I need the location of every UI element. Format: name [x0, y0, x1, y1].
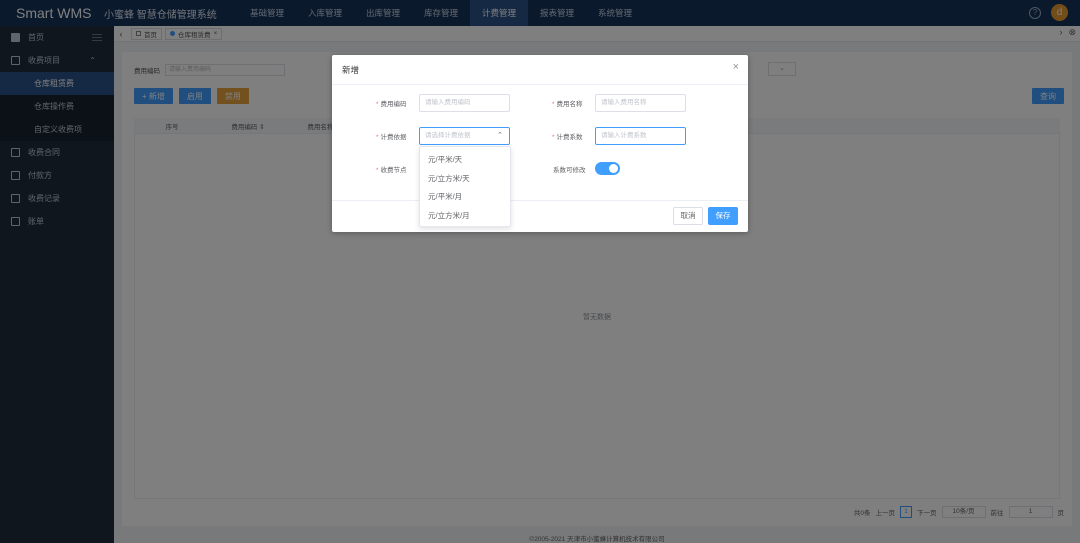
dropdown-option[interactable]: 元/立方米/月 — [420, 207, 510, 226]
dropdown-option[interactable]: 元/平米/天 — [420, 151, 510, 170]
dialog-title: 新增 — [342, 65, 360, 75]
dialog-divider — [332, 84, 748, 85]
dialog-footer-divider — [332, 200, 748, 201]
coef-editable-toggle[interactable] — [595, 162, 620, 175]
coef-editable-label: 系数可修改 — [553, 167, 586, 174]
charge-node-label: * 收费节点 — [376, 167, 407, 174]
billing-coef-input[interactable]: 请输入计费系数 — [595, 127, 686, 145]
save-button[interactable]: 保存 — [708, 207, 738, 225]
billing-coef-label: * 计费系数 — [552, 134, 583, 141]
toggle-knob — [609, 164, 618, 173]
fee-name-label: * 费用名称 — [552, 101, 583, 108]
close-icon[interactable]: × — [733, 61, 739, 73]
fee-code-input[interactable]: 请输入费用编码 — [419, 94, 510, 112]
billing-basis-select[interactable]: 请选择计费依据 ⌃ — [419, 127, 510, 145]
dropdown-option[interactable]: 元/平米/月 — [420, 188, 510, 207]
chevron-up-icon: ⌃ — [497, 132, 503, 139]
fee-name-input[interactable]: 请输入费用名称 — [595, 94, 686, 112]
cancel-button[interactable]: 取消 — [673, 207, 703, 225]
add-dialog: 新增 × * 费用编码 请输入费用编码 * 费用名称 请输入费用名称 * 计费依据 请… — [332, 55, 748, 232]
billing-basis-label: * 计费依据 — [376, 134, 407, 141]
billing-basis-placeholder: 请选择计费依据 — [425, 132, 471, 139]
billing-basis-dropdown: 元/平米/天 元/立方米/天 元/平米/月 元/立方米/月 — [419, 146, 511, 227]
fee-code-label: * 费用编码 — [376, 101, 407, 108]
dropdown-option[interactable]: 元/立方米/天 — [420, 170, 510, 189]
